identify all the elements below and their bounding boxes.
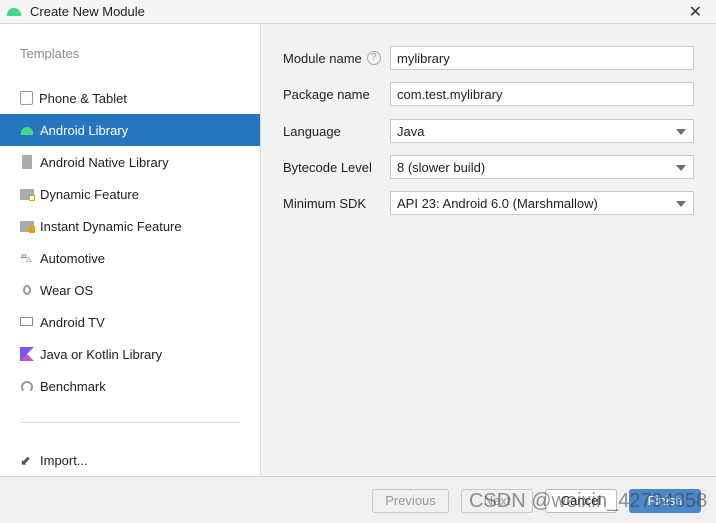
sidebar-item-dynamic-feature[interactable]: Dynamic Feature bbox=[0, 178, 260, 210]
sidebar-item-instant-dynamic-feature[interactable]: Instant Dynamic Feature bbox=[0, 210, 260, 242]
bytecode-select[interactable]: 8 (slower build) bbox=[390, 155, 694, 179]
min-sdk-row: Minimum SDK API 23: Android 6.0 (Marshma… bbox=[283, 191, 694, 215]
watch-icon bbox=[20, 283, 34, 297]
gauge-icon bbox=[20, 379, 34, 393]
folder-bolt-icon bbox=[20, 220, 35, 233]
sidebar-item-wear-os[interactable]: Wear OS bbox=[0, 274, 260, 306]
sidebar-item-android-native-library[interactable]: Android Native Library bbox=[0, 146, 260, 178]
phone-tablet-icon bbox=[20, 91, 33, 105]
sidebar-item-java-kotlin-library[interactable]: Java or Kotlin Library bbox=[0, 338, 260, 370]
package-name-row: Package name com.test.mylibrary bbox=[283, 82, 694, 106]
chip-icon bbox=[22, 155, 32, 169]
import-button[interactable]: ⬋ Import... bbox=[0, 444, 260, 476]
min-sdk-select[interactable]: API 23: Android 6.0 (Marshmallow) bbox=[390, 191, 694, 215]
language-label: Language bbox=[283, 123, 341, 139]
item-label: Instant Dynamic Feature bbox=[40, 218, 182, 234]
chevron-down-icon bbox=[676, 129, 686, 135]
min-sdk-value: API 23: Android 6.0 (Marshmallow) bbox=[397, 195, 598, 211]
bytecode-value: 8 (slower build) bbox=[397, 159, 486, 175]
item-label: Automotive bbox=[40, 250, 106, 266]
folder-icon bbox=[20, 188, 35, 201]
module-name-label: Module name bbox=[283, 50, 362, 66]
item-label: Benchmark bbox=[40, 378, 106, 394]
module-name-row: Module name? mylibrary bbox=[283, 46, 694, 70]
min-sdk-label: Minimum SDK bbox=[283, 195, 367, 211]
sidebar-item-benchmark[interactable]: Benchmark bbox=[0, 370, 260, 402]
help-icon[interactable]: ? bbox=[366, 51, 381, 65]
templates-sidebar: Templates Phone & Tablet Android Library… bbox=[0, 24, 261, 476]
android-icon bbox=[20, 123, 34, 137]
item-label: Dynamic Feature bbox=[40, 186, 139, 202]
item-label: Android Native Library bbox=[40, 154, 169, 170]
item-label: Phone & Tablet bbox=[39, 90, 127, 106]
item-label: Wear OS bbox=[40, 282, 94, 298]
android-icon bbox=[7, 7, 21, 16]
bytecode-row: Bytecode Level 8 (slower build) bbox=[283, 155, 694, 179]
watermark: CSDN @weixin_42794858 bbox=[469, 490, 708, 512]
sidebar-item-android-tv[interactable]: Android TV bbox=[0, 306, 260, 338]
module-name-input[interactable]: mylibrary bbox=[390, 46, 694, 70]
language-value: Java bbox=[397, 123, 425, 139]
package-name-input[interactable]: com.test.mylibrary bbox=[390, 82, 694, 106]
title-bar: Create New Module ✕ bbox=[0, 0, 716, 24]
package-name-label: Package name bbox=[283, 86, 370, 102]
module-form: Module name? mylibrary Package name com.… bbox=[261, 24, 716, 476]
car-icon: ⛍ bbox=[20, 251, 33, 265]
sidebar-item-phone-tablet[interactable]: Phone & Tablet bbox=[0, 82, 260, 114]
sidebar-item-android-library[interactable]: Android Library bbox=[0, 114, 260, 146]
templates-label: Templates bbox=[20, 46, 80, 61]
chevron-down-icon bbox=[676, 201, 686, 207]
bytecode-label: Bytecode Level bbox=[283, 159, 372, 175]
window-title: Create New Module bbox=[30, 4, 145, 19]
import-icon: ⬋ bbox=[20, 453, 31, 468]
kotlin-icon bbox=[20, 347, 34, 361]
close-icon[interactable]: ✕ bbox=[689, 2, 702, 22]
sidebar-item-automotive[interactable]: ⛍ Automotive bbox=[0, 242, 260, 274]
item-label: Java or Kotlin Library bbox=[40, 346, 163, 362]
item-label: Android TV bbox=[40, 314, 105, 330]
import-label: Import... bbox=[40, 452, 88, 468]
language-select[interactable]: Java bbox=[390, 119, 694, 143]
language-row: Language Java bbox=[283, 119, 694, 143]
item-label: Android Library bbox=[40, 122, 129, 138]
tv-icon bbox=[20, 315, 34, 329]
chevron-down-icon bbox=[676, 165, 686, 171]
previous-button[interactable]: Previous bbox=[372, 489, 449, 513]
sidebar-divider bbox=[20, 422, 240, 423]
